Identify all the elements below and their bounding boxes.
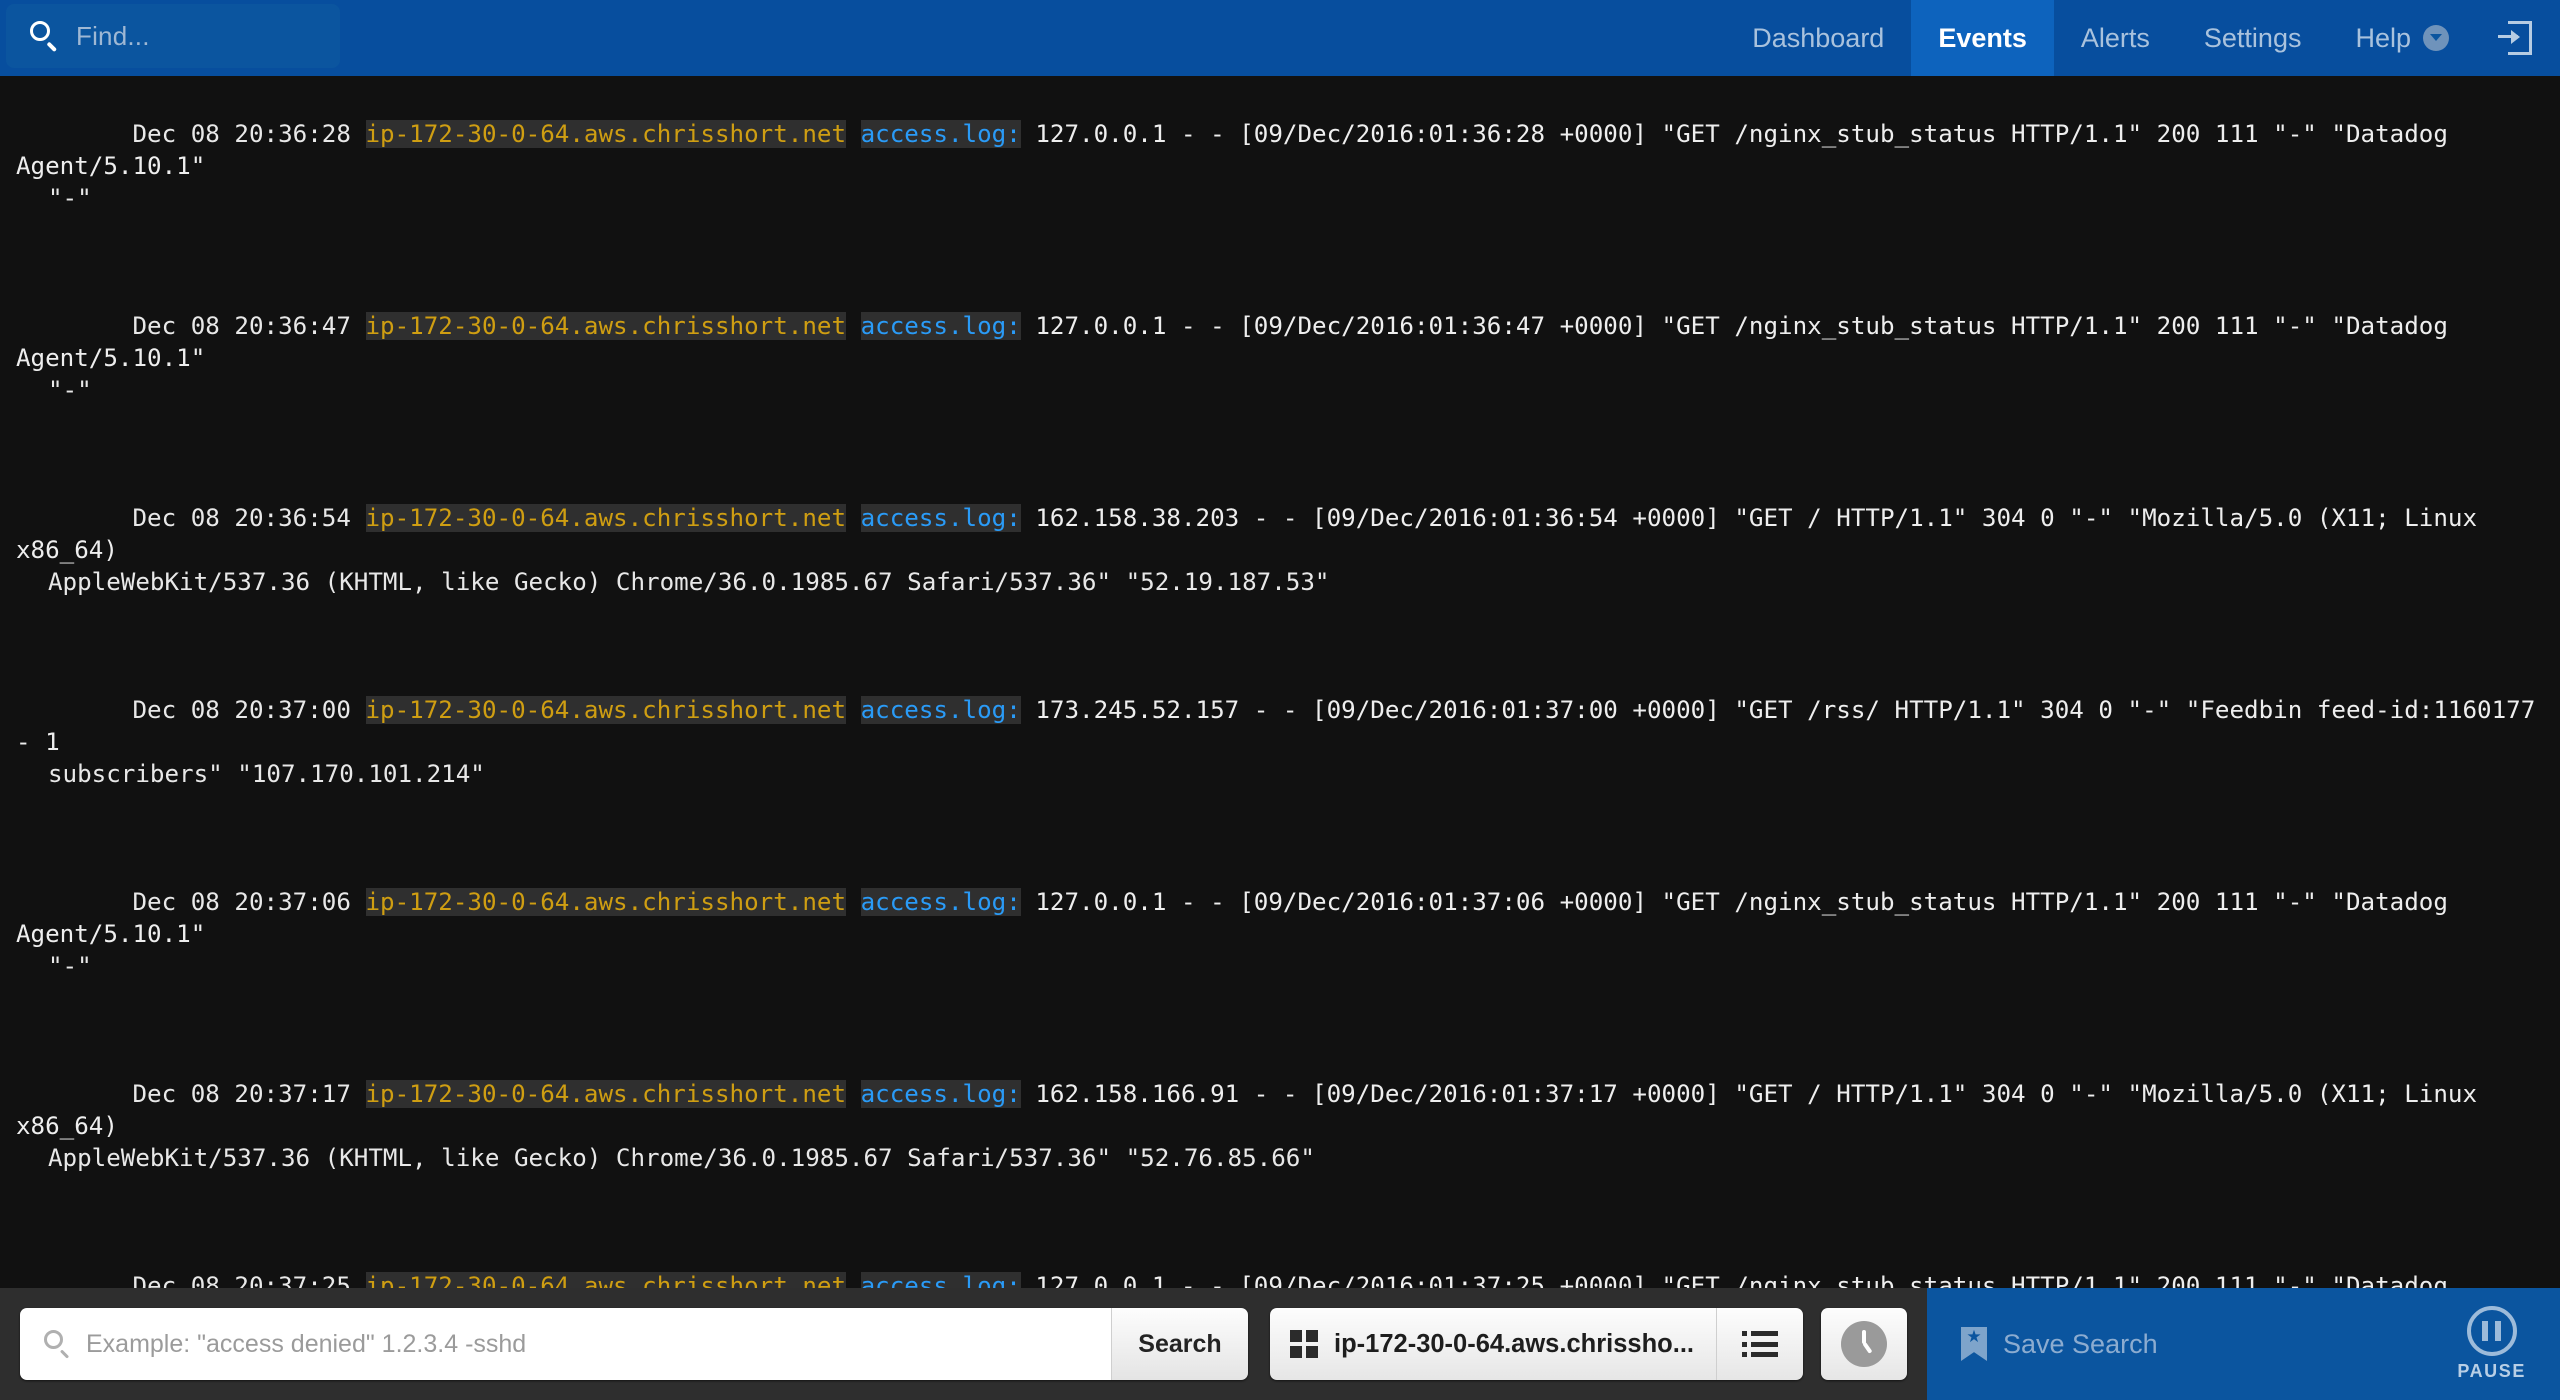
nav-item-dashboard[interactable]: Dashboard [1725, 0, 1911, 76]
pause-label: PAUSE [2457, 1361, 2526, 1381]
nav-item-events-label: Events [1938, 22, 2027, 53]
top-nav-items: Dashboard Events Alerts Settings Help [1725, 0, 2560, 76]
log-output-area[interactable]: Dec 08 20:36:28 ip-172-30-0-64.aws.chris… [0, 76, 2560, 1288]
log-program[interactable]: access.log: [860, 120, 1021, 148]
grid-icon [1290, 1330, 1318, 1358]
search-button-label: Search [1138, 1329, 1222, 1358]
bookmark-star-icon [1961, 1327, 1987, 1361]
find-input-placeholder: Find... [76, 20, 150, 51]
nav-item-events[interactable]: Events [1911, 0, 2054, 76]
log-line[interactable]: Dec 08 20:37:17 ip-172-30-0-64.aws.chris… [0, 1046, 2560, 1238]
log-program[interactable]: access.log: [860, 1080, 1021, 1108]
log-program[interactable]: access.log: [860, 696, 1021, 724]
log-line[interactable]: Dec 08 20:37:25 ip-172-30-0-64.aws.chris… [0, 1238, 2560, 1288]
log-program[interactable]: access.log: [860, 504, 1021, 532]
log-line[interactable]: Dec 08 20:37:00 ip-172-30-0-64.aws.chris… [0, 662, 2560, 854]
log-line[interactable]: Dec 08 20:36:28 ip-172-30-0-64.aws.chris… [0, 86, 2560, 278]
nav-item-help-label: Help [2355, 22, 2411, 53]
search-bar: Example: "access denied" 1.2.3.4 -sshd S… [20, 1308, 1248, 1380]
list-icon [1742, 1331, 1778, 1357]
log-host[interactable]: ip-172-30-0-64.aws.chrisshort.net [365, 1080, 847, 1108]
bottom-toolbar: Example: "access denied" 1.2.3.4 -sshd S… [0, 1288, 2560, 1400]
search-input-placeholder: Example: "access denied" 1.2.3.4 -sshd [86, 1329, 527, 1358]
nav-item-dashboard-label: Dashboard [1752, 22, 1885, 53]
log-line[interactable]: Dec 08 20:36:54 ip-172-30-0-64.aws.chris… [0, 470, 2560, 662]
log-message-continuation: "-" [48, 952, 92, 980]
log-program[interactable]: access.log: [860, 312, 1021, 340]
time-range-button[interactable] [1821, 1308, 1907, 1380]
clock-icon [1841, 1321, 1887, 1367]
host-selector-button[interactable]: ip-172-30-0-64.aws.chrissho... [1270, 1308, 1716, 1380]
log-message-continuation: "-" [48, 184, 92, 212]
nav-item-help[interactable]: Help [2328, 0, 2476, 76]
nav-item-alerts-label: Alerts [2080, 22, 2150, 53]
log-message-continuation: subscribers" "107.170.101.214" [48, 760, 485, 788]
pause-button[interactable]: PAUSE [2457, 1306, 2526, 1382]
log-timestamp: Dec 08 20:36:54 [132, 504, 351, 532]
nav-item-settings-label: Settings [2203, 22, 2302, 53]
log-program[interactable]: access.log: [860, 1272, 1021, 1288]
log-host[interactable]: ip-172-30-0-64.aws.chrisshort.net [365, 1272, 847, 1288]
search-icon [28, 20, 60, 52]
log-program[interactable]: access.log: [860, 888, 1021, 916]
log-viewer-app: Find... Dashboard Events Alerts Settings… [0, 0, 2560, 1400]
host-list-button[interactable] [1716, 1308, 1803, 1380]
log-line[interactable]: Dec 08 20:37:06 ip-172-30-0-64.aws.chris… [0, 854, 2560, 1046]
log-host[interactable]: ip-172-30-0-64.aws.chrisshort.net [365, 696, 847, 724]
log-host[interactable]: ip-172-30-0-64.aws.chrisshort.net [365, 312, 847, 340]
log-host[interactable]: ip-172-30-0-64.aws.chrisshort.net [365, 120, 847, 148]
log-message-continuation: AppleWebKit/537.36 (KHTML, like Gecko) C… [48, 568, 1330, 596]
log-line[interactable]: Dec 08 20:36:47 ip-172-30-0-64.aws.chris… [0, 278, 2560, 470]
log-timestamp: Dec 08 20:36:47 [132, 312, 351, 340]
log-timestamp: Dec 08 20:37:17 [132, 1080, 351, 1108]
nav-item-alerts[interactable]: Alerts [2054, 0, 2177, 76]
log-timestamp: Dec 08 20:37:25 [132, 1272, 351, 1288]
save-search-panel: Save Search PAUSE [1927, 1288, 2560, 1400]
log-message-continuation: "-" [48, 376, 92, 404]
chevron-down-icon [2423, 25, 2449, 51]
search-input[interactable]: Example: "access denied" 1.2.3.4 -sshd [20, 1308, 1111, 1380]
log-host[interactable]: ip-172-30-0-64.aws.chrisshort.net [365, 888, 847, 916]
pause-icon [2466, 1306, 2517, 1356]
search-button[interactable]: Search [1111, 1308, 1248, 1380]
logout-button[interactable] [2476, 0, 2560, 76]
nav-item-settings[interactable]: Settings [2177, 0, 2329, 76]
log-line-list: Dec 08 20:36:28 ip-172-30-0-64.aws.chris… [0, 86, 2560, 1288]
save-search-label: Save Search [2003, 1328, 2158, 1359]
log-message-continuation: AppleWebKit/537.36 (KHTML, like Gecko) C… [48, 1144, 1315, 1172]
top-navigation-bar: Find... Dashboard Events Alerts Settings… [0, 0, 2560, 76]
host-selector-label: ip-172-30-0-64.aws.chrissho... [1334, 1329, 1694, 1358]
find-input-wrapper[interactable]: Find... [6, 4, 340, 68]
save-search-button[interactable]: Save Search [1927, 1327, 2158, 1361]
logout-icon [2498, 21, 2532, 55]
log-timestamp: Dec 08 20:37:06 [132, 888, 351, 916]
log-timestamp: Dec 08 20:36:28 [132, 120, 351, 148]
log-host[interactable]: ip-172-30-0-64.aws.chrisshort.net [365, 504, 847, 532]
host-selector: ip-172-30-0-64.aws.chrissho... [1270, 1308, 1803, 1380]
search-icon [42, 1329, 72, 1359]
log-timestamp: Dec 08 20:37:00 [132, 696, 351, 724]
